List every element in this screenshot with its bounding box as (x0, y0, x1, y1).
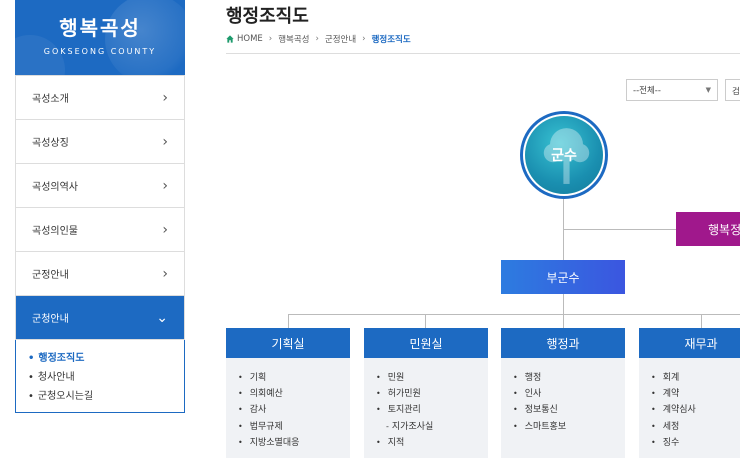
duty-item[interactable]: 세정 (651, 419, 740, 435)
search-input[interactable]: 검 (725, 79, 740, 101)
connector (563, 294, 564, 314)
breadcrumb-item[interactable]: 군정안내 (325, 33, 356, 45)
caret-down-icon: ▼ (705, 86, 711, 94)
submenu-item-directions[interactable]: 군청오시는길 (28, 387, 172, 406)
duty-item[interactable]: 지방소멸대응 (238, 435, 350, 451)
sidebar-item-office-info[interactable]: 군청안내 ⌄ (16, 295, 184, 339)
home-icon (226, 35, 234, 43)
duty-item[interactable]: 스마트홍보 (513, 419, 625, 435)
mayor-emblem: 군수 (523, 114, 605, 196)
chevron-down-icon: ⌄ (156, 309, 168, 326)
department-select[interactable]: --전체-- ▼ (626, 79, 718, 101)
sidebar-menu: 곡성소개 › 곡성상징 › 곡성의역사 › 곡성의인물 › 군정안내 › 군청안… (15, 75, 185, 340)
breadcrumb-current: 행정조직도 (371, 35, 411, 45)
page-title: 행정조직도 (226, 6, 309, 27)
vice-mayor-label: 부군수 (546, 270, 580, 285)
aide-label: 행복정 (708, 222, 740, 237)
department-card: 행정과 행정 인사 정보통신 스마트홍보 (501, 328, 625, 458)
chevron-right-icon: › (162, 89, 168, 106)
duty-item[interactable]: 감사 (238, 402, 350, 418)
department-duties: 기획 의회예산 감사 법무규제 지방소멸대응 (226, 358, 350, 458)
chevron-right-icon: › (162, 177, 168, 194)
sidebar-item-label: 곡성의인물 (32, 226, 78, 237)
chevron-right-icon: › (162, 221, 168, 238)
title-divider (226, 53, 740, 54)
vice-mayor-node[interactable]: 부군수 (501, 260, 625, 294)
brand-title: 행복곡성 (59, 16, 141, 40)
breadcrumb-home[interactable]: HOME (237, 34, 263, 44)
breadcrumb-item[interactable]: 행복곡성 (278, 33, 309, 45)
duty-item[interactable]: 계약심사 (651, 402, 740, 418)
chevron-right-icon: › (162, 133, 168, 150)
department-select-value: --전체-- (633, 86, 661, 96)
aide-node[interactable]: 행복정 (676, 212, 740, 246)
mayor-label: 군수 (551, 148, 577, 164)
department-card: 재무과 회계 계약 계약심사 세정 징수 (639, 328, 740, 458)
connector (288, 314, 289, 328)
sidebar-item-county-info[interactable]: 군정안내 › (16, 251, 184, 295)
duty-item[interactable]: 법무규제 (238, 419, 350, 435)
duty-item[interactable]: 회계 (651, 370, 740, 386)
duty-item[interactable]: 행정 (513, 370, 625, 386)
connector (425, 314, 426, 328)
department-card: 기획실 기획 의회예산 감사 법무규제 지방소멸대응 (226, 328, 350, 458)
duty-item[interactable]: 인사 (513, 386, 625, 402)
submenu-item-org-chart[interactable]: 행정조직도 (28, 349, 172, 368)
main-content: 행정조직도 HOME › 행복곡성 › 군정안내 › 행정조직도 --전체-- … (226, 0, 740, 458)
sidebar-item-label: 군청안내 (32, 314, 69, 325)
department-header[interactable]: 재무과 (639, 328, 740, 358)
sidebar-submenu: 행정조직도 청사안내 군청오시는길 (15, 340, 185, 413)
chevron-right-icon: › (362, 34, 366, 44)
department-header[interactable]: 행정과 (501, 328, 625, 358)
department-header[interactable]: 기획실 (226, 328, 350, 358)
duty-item[interactable]: 허가민원 (376, 386, 488, 402)
sidebar-item-label: 곡성상징 (32, 138, 69, 149)
page: 행복곡성 GOKSEONG COUNTY 곡성소개 › 곡성상징 › 곡성의역사… (0, 0, 740, 458)
department-duties: 회계 계약 계약심사 세정 징수 (639, 358, 740, 458)
duty-item[interactable]: 기획 (238, 370, 350, 386)
department-card: 민원실 민원 허가민원 토지관리 지가조사실 지적 (364, 328, 488, 458)
duty-item[interactable]: 의회예산 (238, 386, 350, 402)
duty-item[interactable]: 토지관리 (376, 402, 488, 418)
brand-banner[interactable]: 행복곡성 GOKSEONG COUNTY (15, 0, 185, 75)
sidebar-item-label: 곡성소개 (32, 94, 69, 105)
duty-item[interactable]: 지가조사실 (376, 419, 488, 435)
department-duties: 민원 허가민원 토지관리 지가조사실 지적 (364, 358, 488, 458)
sidebar-item-label: 곡성의역사 (32, 182, 78, 193)
sidebar: 행복곡성 GOKSEONG COUNTY 곡성소개 › 곡성상징 › 곡성의역사… (15, 0, 185, 413)
department-duties: 행정 인사 정보통신 스마트홍보 (501, 358, 625, 458)
chevron-right-icon: › (268, 34, 273, 44)
sidebar-item-people[interactable]: 곡성의인물 › (16, 207, 184, 251)
sidebar-item-symbol[interactable]: 곡성상징 › (16, 119, 184, 163)
connector (288, 314, 740, 315)
duty-item[interactable]: 민원 (376, 370, 488, 386)
brand-subtitle: GOKSEONG COUNTY (43, 47, 157, 56)
duty-item[interactable]: 징수 (651, 435, 740, 451)
connector (563, 314, 564, 328)
connector (701, 314, 702, 328)
duty-item[interactable]: 지적 (376, 435, 488, 451)
duty-item[interactable]: 계약 (651, 386, 740, 402)
sidebar-item-history[interactable]: 곡성의역사 › (16, 163, 184, 207)
mayor-node[interactable]: 군수 (520, 111, 608, 199)
department-header[interactable]: 민원실 (364, 328, 488, 358)
chevron-right-icon: › (162, 265, 168, 282)
sidebar-item-intro[interactable]: 곡성소개 › (16, 75, 184, 119)
duty-item[interactable]: 정보통신 (513, 402, 625, 418)
connector (563, 229, 676, 230)
submenu-item-building-guide[interactable]: 청사안내 (28, 368, 172, 387)
chevron-right-icon: › (315, 34, 319, 44)
sidebar-item-label: 군정안내 (32, 270, 69, 281)
breadcrumb: HOME › 행복곡성 › 군정안내 › 행정조직도 (226, 33, 411, 45)
